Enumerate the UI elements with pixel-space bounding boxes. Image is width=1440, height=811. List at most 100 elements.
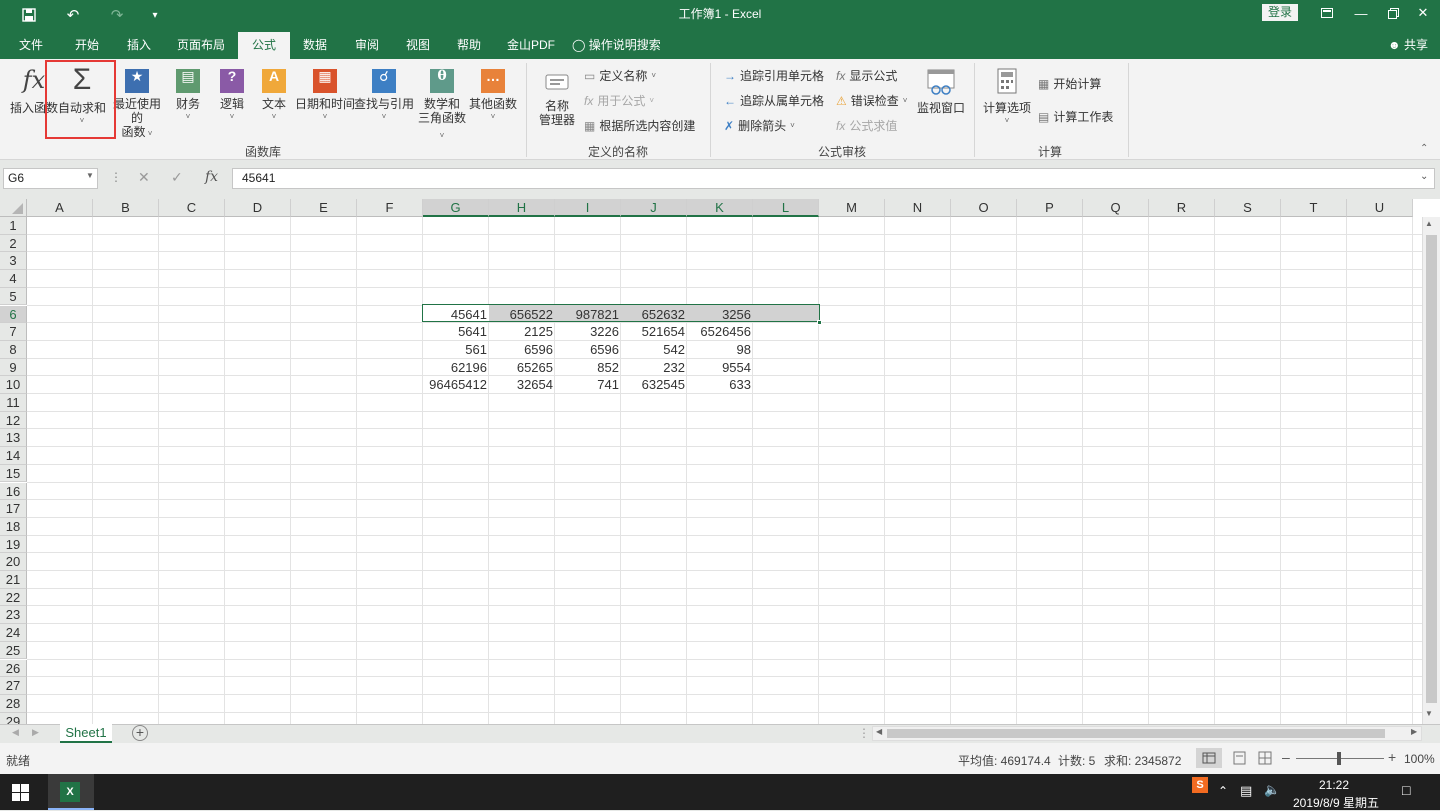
cell-value[interactable]: 521654 xyxy=(621,323,687,341)
close-icon[interactable]: ✕ xyxy=(1404,0,1440,26)
cell-value[interactable]: 6526456 xyxy=(687,323,753,341)
sheet-tab[interactable]: Sheet1 xyxy=(60,724,112,743)
row-header[interactable]: 14 xyxy=(0,447,27,465)
text-button[interactable]: A 文本 ˅ xyxy=(256,65,292,121)
more-functions-button[interactable]: … 其他函数 ˅ xyxy=(468,65,518,121)
column-header[interactable]: I xyxy=(555,199,621,217)
volume-icon[interactable]: 🔈 xyxy=(1264,782,1280,798)
zoom-in-icon[interactable]: + xyxy=(1388,749,1396,765)
page-break-view-button[interactable] xyxy=(1252,748,1278,768)
cell-value[interactable]: 656522 xyxy=(489,306,555,324)
error-checking-button[interactable]: ⚠ 错误检查 ˅ xyxy=(836,92,907,110)
status-count[interactable]: 计数: 5 xyxy=(1058,752,1095,769)
column-header[interactable]: S xyxy=(1215,199,1281,217)
row-header[interactable]: 17 xyxy=(0,500,27,518)
page-layout-view-button[interactable] xyxy=(1226,748,1252,768)
tell-me-search[interactable]: ◯ 操作说明搜索 xyxy=(572,30,661,59)
calculate-sheet-button[interactable]: ▤ 计算工作表 xyxy=(1038,108,1113,126)
column-header[interactable]: R xyxy=(1149,199,1215,217)
cell-value[interactable]: 3226 xyxy=(555,323,621,341)
tray-chevron-up-icon[interactable]: ⌃ xyxy=(1218,784,1228,798)
cell-value[interactable]: 987821 xyxy=(555,306,621,324)
tab-insert[interactable]: 插入 xyxy=(116,30,162,59)
redo-icon[interactable]: ↷ xyxy=(98,0,136,30)
column-header[interactable]: D xyxy=(225,199,291,217)
vertical-scroll-thumb[interactable] xyxy=(1426,235,1437,703)
ribbon-display-options-icon[interactable] xyxy=(1308,0,1346,26)
cell-value[interactable]: 561 xyxy=(423,341,489,359)
trace-dependents-button[interactable]: ← 追踪从属单元格 xyxy=(724,92,824,110)
row-header[interactable]: 25 xyxy=(0,641,27,660)
name-manager-button[interactable]: 名称 管理器 xyxy=(534,67,580,127)
taskbar-time[interactable]: 21:22 xyxy=(1294,778,1374,792)
row-header[interactable]: 18 xyxy=(0,517,27,536)
column-header[interactable]: Q xyxy=(1083,199,1149,217)
cell-value[interactable]: 852 xyxy=(555,359,621,377)
evaluate-formula-button[interactable]: fx 公式求值 xyxy=(836,117,897,135)
column-header[interactable]: B xyxy=(93,199,159,217)
row-header[interactable]: 1 xyxy=(0,217,27,235)
row-header[interactable]: 28 xyxy=(0,694,27,713)
tab-view[interactable]: 视图 xyxy=(395,30,441,59)
scroll-left-icon[interactable]: ◀ xyxy=(876,727,882,736)
tab-data[interactable]: 数据 xyxy=(292,30,338,59)
horizontal-scroll-thumb[interactable] xyxy=(887,729,1385,738)
column-header[interactable]: H xyxy=(489,199,555,217)
cell-value[interactable]: 3256 xyxy=(687,306,753,324)
row-header[interactable]: 22 xyxy=(0,588,27,607)
row-header[interactable]: 3 xyxy=(0,252,27,271)
row-header[interactable]: 15 xyxy=(0,464,27,483)
row-header[interactable]: 21 xyxy=(0,571,27,589)
row-header[interactable]: 26 xyxy=(0,659,27,678)
column-header[interactable]: O xyxy=(951,199,1017,217)
cell-value[interactable]: 232 xyxy=(621,359,687,377)
status-sum[interactable]: 求和: 2345872 xyxy=(1104,752,1181,769)
tab-split-grip-icon[interactable]: ⋮ xyxy=(858,726,870,740)
define-name-button[interactable]: ▭ 定义名称 ˅ xyxy=(584,67,656,85)
namebox-dropdown-icon[interactable]: ▼ xyxy=(86,171,94,180)
taskbar-excel-app[interactable]: X xyxy=(48,774,94,810)
row-header[interactable]: 7 xyxy=(0,323,27,341)
scroll-right-icon[interactable]: ▶ xyxy=(1411,727,1417,736)
column-header[interactable]: K xyxy=(687,199,753,217)
name-box[interactable]: G6 xyxy=(3,168,98,189)
remove-arrows-button[interactable]: ✗ 删除箭头 ˅ xyxy=(724,117,795,135)
column-header[interactable]: G xyxy=(423,199,489,217)
cell-value[interactable]: 633 xyxy=(687,376,753,394)
use-in-formula-button[interactable]: fx 用于公式 ˅ xyxy=(584,92,654,110)
zoom-level[interactable]: 100% xyxy=(1404,752,1435,766)
row-header[interactable]: 16 xyxy=(0,482,27,501)
login-button[interactable]: 登录 xyxy=(1262,4,1298,21)
column-header[interactable]: T xyxy=(1281,199,1347,217)
cell-value[interactable]: 5641 xyxy=(423,323,489,341)
share-button[interactable]: ☻ 共享 xyxy=(1388,30,1428,59)
row-header[interactable]: 2 xyxy=(0,234,27,253)
tab-file[interactable]: 文件 xyxy=(8,30,54,59)
row-header[interactable]: 4 xyxy=(0,270,27,288)
row-header[interactable]: 13 xyxy=(0,429,27,448)
row-header[interactable]: 29 xyxy=(0,712,27,724)
taskbar-date[interactable]: 2019/8/9 星期五 xyxy=(1290,794,1382,811)
network-icon[interactable]: ▤ xyxy=(1240,783,1252,799)
cell-value[interactable]: 45641 xyxy=(423,306,489,324)
tab-kingsoft-pdf[interactable]: 金山PDF xyxy=(502,30,560,59)
save-icon[interactable] xyxy=(10,0,48,30)
create-from-selection-button[interactable]: ▦ 根据所选内容创建 xyxy=(584,117,695,135)
column-header[interactable]: E xyxy=(291,199,357,217)
cell-value[interactable]: 98 xyxy=(687,341,753,359)
tab-home[interactable]: 开始 xyxy=(64,30,110,59)
row-header[interactable]: 10 xyxy=(0,376,27,394)
tab-page-layout[interactable]: 页面布局 xyxy=(170,30,232,59)
row-header[interactable]: 27 xyxy=(0,677,27,695)
row-header[interactable]: 12 xyxy=(0,411,27,430)
recently-used-button[interactable]: ★ 最近使用的 函数 ˅ xyxy=(108,65,166,141)
calculate-now-button[interactable]: ▦ 开始计算 xyxy=(1038,75,1101,93)
cell-value[interactable]: 741 xyxy=(555,376,621,394)
worksheet-grid[interactable]: ABCDEFGHIJKLMNOPQRSTU 1 2 3 4 5 6 7 8 9 10 11 12 13 1… xyxy=(0,199,1440,724)
show-formulas-button[interactable]: fx 显示公式 xyxy=(836,67,897,85)
trace-precedents-button[interactable]: → 追踪引用单元格 xyxy=(724,67,824,85)
row-header[interactable]: 24 xyxy=(0,624,27,642)
sogou-ime-icon[interactable]: S xyxy=(1192,777,1208,793)
column-header[interactable]: C xyxy=(159,199,225,217)
financial-button[interactable]: ▤ 财务 ˅ xyxy=(170,65,206,121)
